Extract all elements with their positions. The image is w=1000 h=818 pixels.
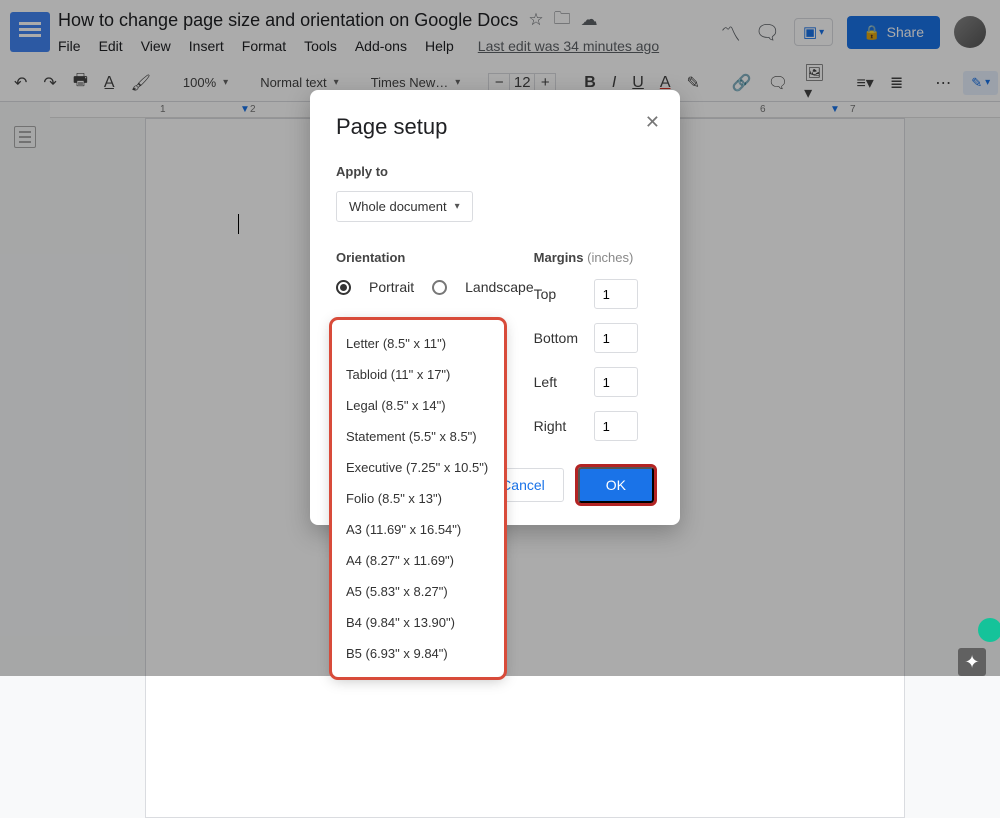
paper-size-option[interactable]: Folio (8.5" x 13") [332, 483, 504, 514]
margin-right-label: Right [534, 418, 584, 434]
paper-size-option[interactable]: Statement (5.5" x 8.5") [332, 421, 504, 452]
paper-size-option[interactable]: Executive (7.25" x 10.5") [332, 452, 504, 483]
margin-left-label: Left [534, 374, 584, 390]
grammarly-icon[interactable] [978, 618, 1000, 642]
margin-top-input[interactable] [594, 279, 638, 309]
close-icon[interactable]: ✕ [645, 112, 660, 133]
margin-top-label: Top [534, 286, 584, 302]
portrait-radio[interactable] [336, 280, 351, 295]
landscape-label: Landscape [465, 279, 534, 295]
ok-button[interactable]: OK [578, 467, 654, 503]
portrait-label: Portrait [369, 279, 414, 295]
paper-size-option[interactable]: B4 (9.84" x 13.90") [332, 607, 504, 638]
landscape-radio[interactable] [432, 280, 447, 295]
margin-right-input[interactable] [594, 411, 638, 441]
paper-size-option[interactable]: A5 (5.83" x 8.27") [332, 576, 504, 607]
explore-button[interactable]: ✦ [958, 648, 986, 676]
margins-label: Margins (inches) [534, 250, 654, 265]
paper-size-dropdown: Letter (8.5" x 11") Tabloid (11" x 17") … [332, 320, 504, 677]
margin-bottom-label: Bottom [534, 330, 584, 346]
apply-to-label: Apply to [336, 164, 654, 179]
orientation-label: Orientation [336, 250, 534, 265]
dialog-title: Page setup [336, 114, 654, 140]
paper-size-option[interactable]: B5 (6.93" x 9.84") [332, 638, 504, 669]
margin-bottom-input[interactable] [594, 323, 638, 353]
margin-left-input[interactable] [594, 367, 638, 397]
paper-size-option[interactable]: Legal (8.5" x 14") [332, 390, 504, 421]
paper-size-option[interactable]: A4 (8.27" x 11.69") [332, 545, 504, 576]
paper-size-option[interactable]: A3 (11.69" x 16.54") [332, 514, 504, 545]
paper-size-option[interactable]: Letter (8.5" x 11") [332, 328, 504, 359]
paper-size-option[interactable]: Tabloid (11" x 17") [332, 359, 504, 390]
apply-to-select[interactable]: Whole document [336, 191, 473, 222]
